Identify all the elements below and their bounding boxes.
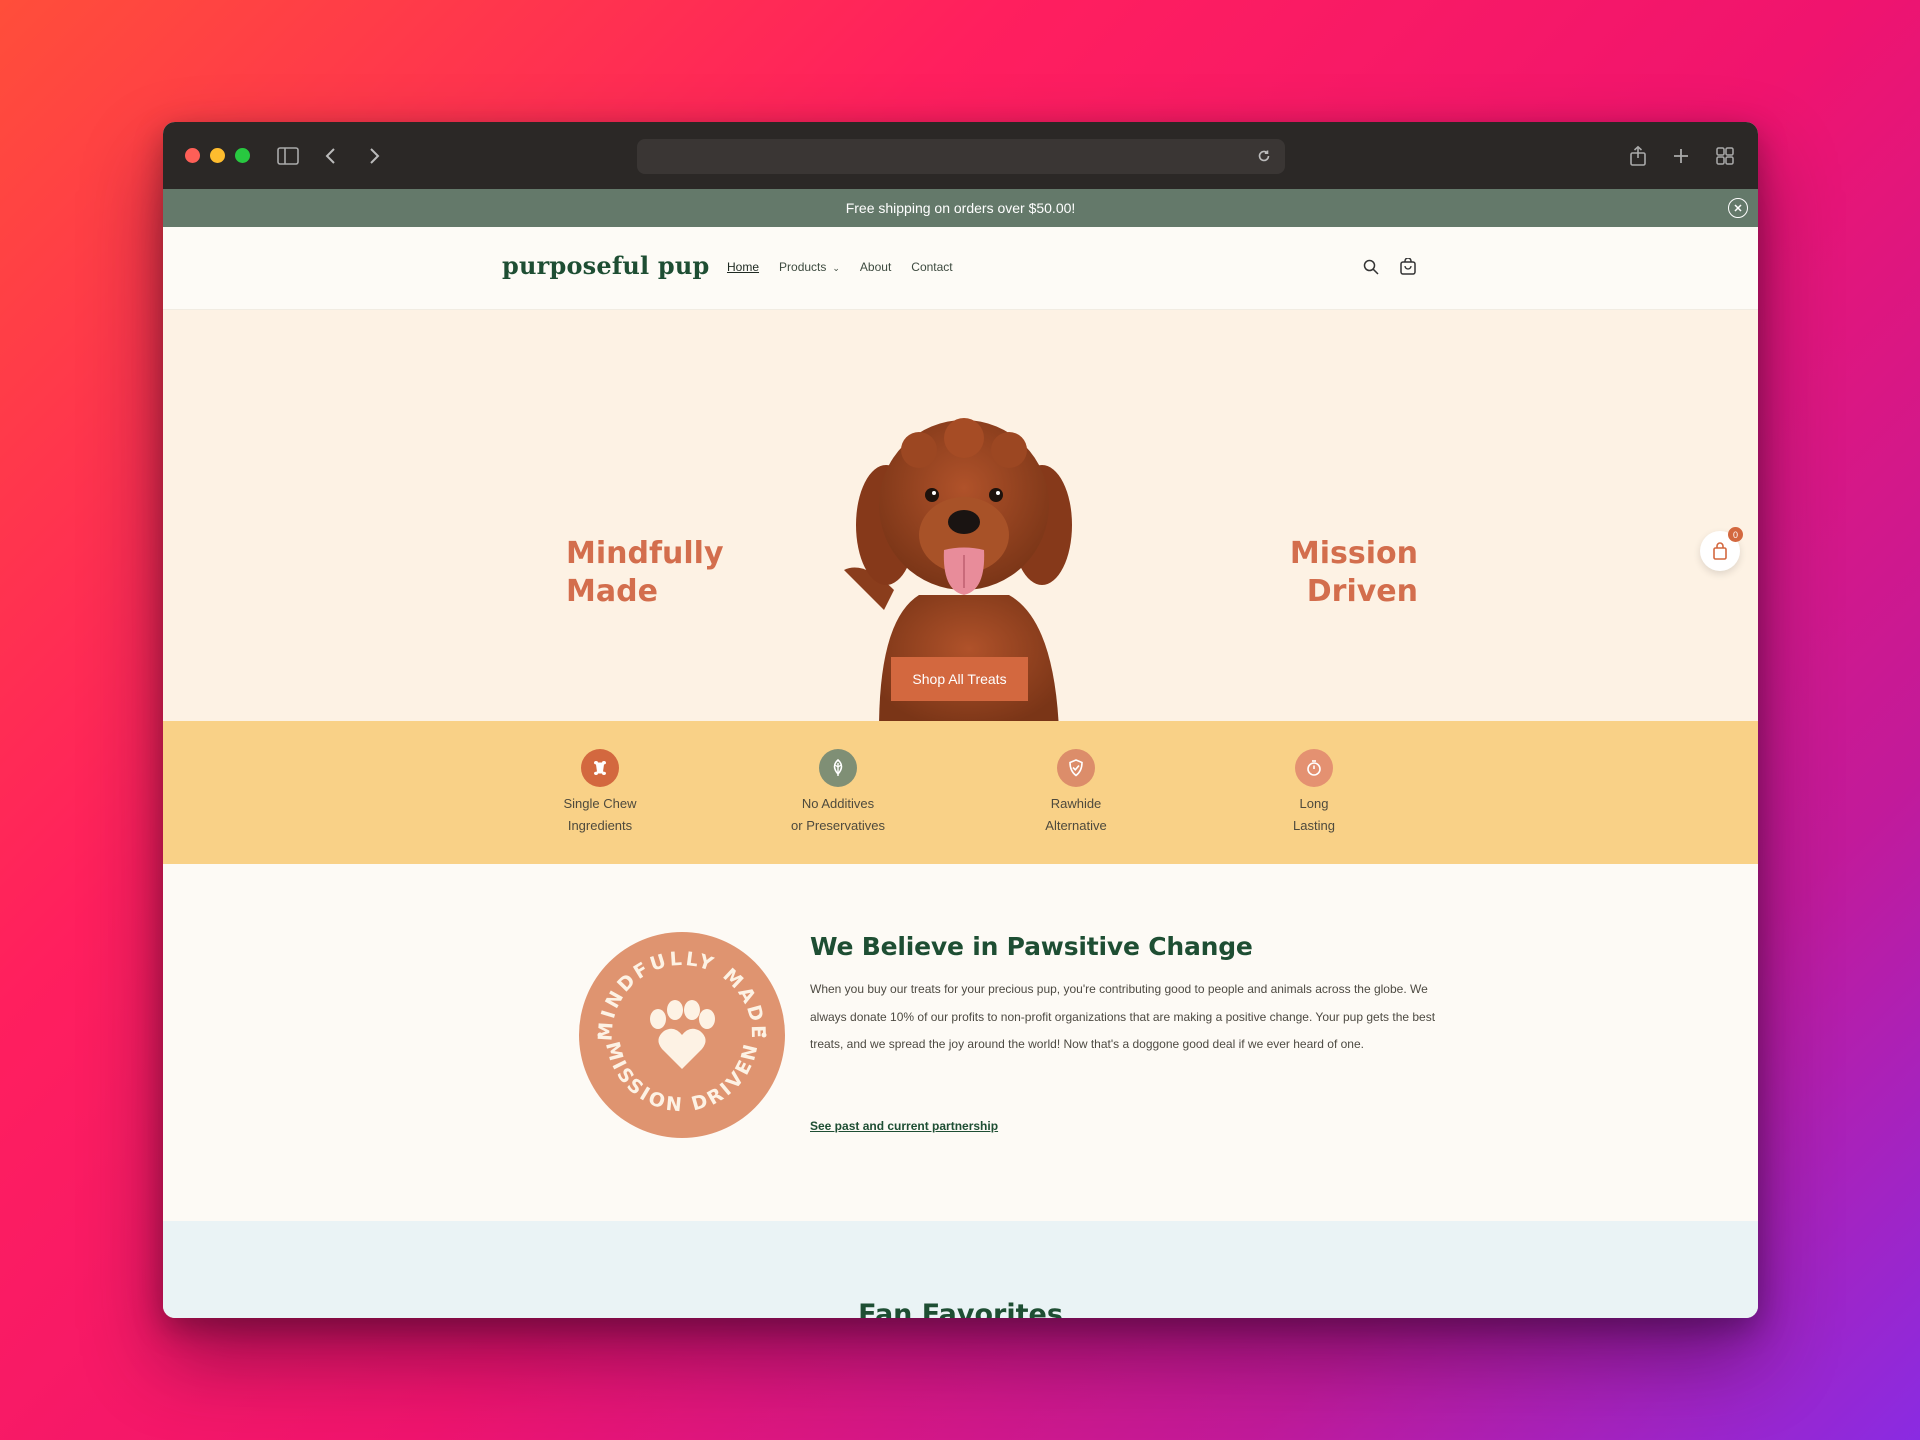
feature-line2: Lasting [1293,818,1335,833]
forward-icon[interactable] [360,142,388,170]
window-controls [185,148,250,163]
feature-item: Single Chew Ingredients [510,749,690,837]
feature-line1: Rawhide [1050,796,1102,811]
feature-line2: Ingredients [567,818,633,833]
close-icon[interactable] [1728,198,1748,218]
mission-body: When you buy our treats for your preciou… [810,982,1436,1051]
hero-left-heading: Mindfully Made [566,535,724,611]
main-nav: Home Products ⌄ About Contact [727,260,953,274]
shop-all-treats-button[interactable]: Shop All Treats [891,657,1028,701]
hero-section: Mindfully Made Mission Driven Shop All T… [163,310,1758,721]
mindfully-made-badge: MINDFULLY MADE MISSION DRIVEN [579,932,785,1138]
maximize-window-button[interactable] [235,148,250,163]
search-icon[interactable] [1360,256,1382,278]
hero-right-line2: Driven [1306,574,1418,609]
browser-window: Free shipping on orders over $50.00! pur… [163,122,1758,1318]
site-logo[interactable]: purposeful pup [502,251,710,280]
leaf-icon [819,749,857,787]
mission-section: MINDFULLY MADE MISSION DRIVEN We Believe… [163,864,1758,1221]
share-icon[interactable] [1624,142,1652,170]
close-window-button[interactable] [185,148,200,163]
shield-icon [1057,749,1095,787]
hero-right-heading: Mission Driven [1258,535,1418,611]
sidebar-toggle-icon[interactable] [274,142,302,170]
tab-overview-icon[interactable] [1711,142,1739,170]
feature-item: Long Lasting [1224,749,1404,837]
announcement-text: Free shipping on orders over $50.00! [845,200,1076,216]
feature-item: No Additives or Preservatives [748,749,928,837]
hero-left-line1: Mindfully [566,536,724,571]
nav-home[interactable]: Home [727,260,759,274]
hero-left-line2: Made [566,574,658,609]
partnership-link[interactable]: See past and current partnership [810,1119,998,1133]
nav-about[interactable]: About [860,260,891,274]
cart-count-badge: 0 [1728,527,1743,542]
feature-line1: No Additives [801,796,875,811]
browser-toolbar [163,122,1758,189]
chevron-down-icon: ⌄ [832,263,840,273]
feature-line1: Single Chew [563,796,637,811]
nav-contact[interactable]: Contact [911,260,952,274]
nav-products-label: Products [779,260,827,274]
new-tab-icon[interactable] [1667,142,1695,170]
shopping-bag-icon [1713,542,1727,560]
features-bar: Single Chew Ingredients No Additives or … [163,721,1758,864]
feature-line2: or Preservatives [791,818,885,833]
floating-cart-button[interactable]: 0 [1700,527,1743,571]
cart-icon[interactable] [1397,256,1419,278]
bone-icon [581,749,619,787]
mission-title: We Believe in Pawsitive Change [810,932,1253,961]
feature-item: Rawhide Alternative [986,749,1166,837]
feature-line1: Long [1299,796,1329,811]
announcement-bar: Free shipping on orders over $50.00! [163,189,1758,227]
site-header: purposeful pup Home Products ⌄ About Cont… [163,227,1758,310]
hero-right-line1: Mission [1289,536,1418,571]
minimize-window-button[interactable] [210,148,225,163]
back-icon[interactable] [317,142,345,170]
fan-favorites-title: Fan Favorites [858,1299,1063,1318]
address-bar[interactable] [637,139,1285,174]
feature-line2: Alternative [1045,818,1107,833]
nav-products[interactable]: Products ⌄ [779,260,840,274]
reload-icon[interactable] [1251,143,1277,169]
fan-favorites-section: Fan Favorites [163,1221,1758,1318]
timer-icon [1295,749,1333,787]
